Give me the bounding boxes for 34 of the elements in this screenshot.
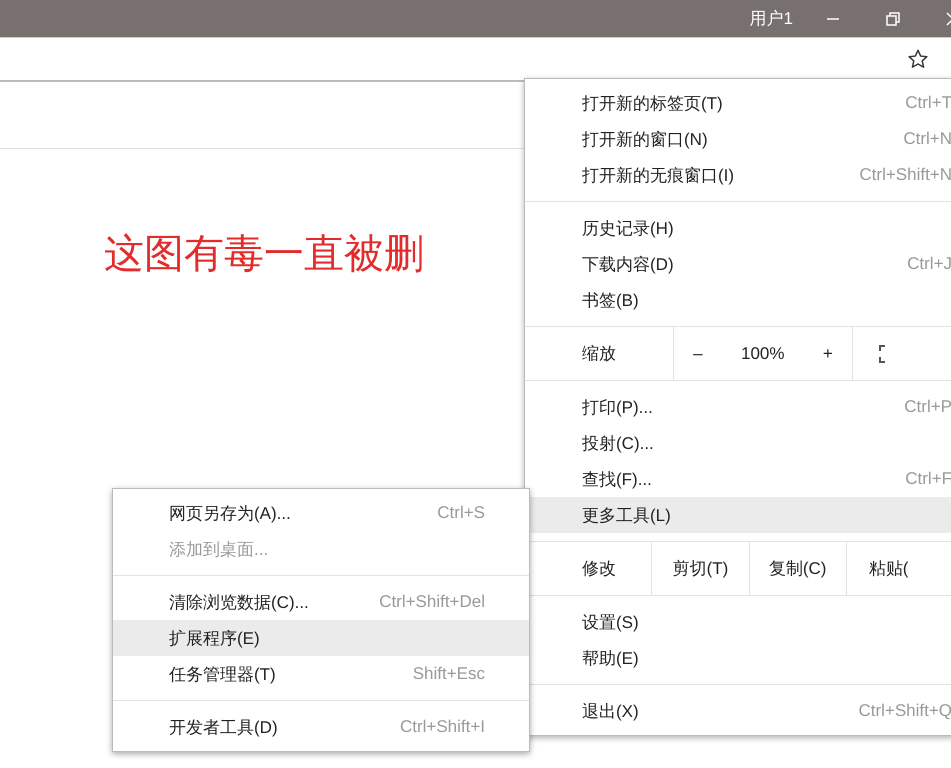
zoom-value: 100%	[741, 344, 784, 364]
edit-label: 修改	[581, 558, 617, 580]
shortcut-text: Ctrl+P	[904, 397, 951, 417]
edit-action-button[interactable]: 剪切(T)	[651, 542, 749, 595]
shortcut-text: Ctrl+J	[907, 254, 951, 274]
menu-item[interactable]: 网页另存为(A)... Ctrl+S	[113, 495, 529, 531]
menu-item[interactable]: 打印(P)... Ctrl+P	[525, 389, 951, 425]
zoom-label: 缩放	[581, 343, 617, 365]
shortcut-text: Shift+Esc	[412, 664, 485, 684]
shortcut-text: Ctrl+S	[437, 503, 485, 523]
star-icon[interactable]	[907, 48, 929, 70]
menu-item[interactable]: 下载内容(D) Ctrl+J	[525, 246, 951, 282]
edit-action-button[interactable]: 复制(C)	[748, 542, 846, 595]
menu-item[interactable]: 打开新的无痕窗口(I) Ctrl+Shift+N	[525, 157, 951, 193]
menu-item[interactable]: 开发者工具(D) Ctrl+Shift+I	[113, 709, 529, 745]
menu-item[interactable]: 清除浏览数据(C)... Ctrl+Shift+Del	[113, 584, 529, 620]
menu-item[interactable]: 打开新的窗口(N) Ctrl+N	[525, 121, 951, 157]
menu-item[interactable]: 历史记录(H)	[525, 210, 951, 246]
zoom-out-button[interactable]: –	[693, 344, 703, 364]
shortcut-text: Ctrl+N	[903, 129, 951, 149]
zoom-in-button[interactable]: +	[822, 344, 833, 364]
menu-item[interactable]: 投射(C)...	[525, 425, 951, 461]
profile-name[interactable]: 用户1	[750, 7, 793, 30]
menu-item[interactable]: 书签(B)	[525, 282, 951, 318]
annotation-text: 这图有毒一直被删	[104, 231, 424, 278]
menu-item[interactable]: 扩展程序(E)	[113, 620, 529, 656]
shortcut-text: Ctrl+Shift+I	[400, 717, 485, 737]
edit-action-button[interactable]: 粘贴(	[846, 542, 951, 595]
menu-item[interactable]: 查找(F)... Ctrl+F	[525, 461, 951, 497]
shortcut-text: Ctrl+Shift+Q	[858, 701, 951, 721]
shortcut-text: Ctrl+Shift+Del	[379, 592, 485, 612]
menu-item[interactable]: 任务管理器(T) Shift+Esc	[113, 656, 529, 692]
shortcut-text: Ctrl+Shift+N	[859, 165, 951, 185]
shortcut-text: Ctrl+F	[905, 469, 951, 489]
